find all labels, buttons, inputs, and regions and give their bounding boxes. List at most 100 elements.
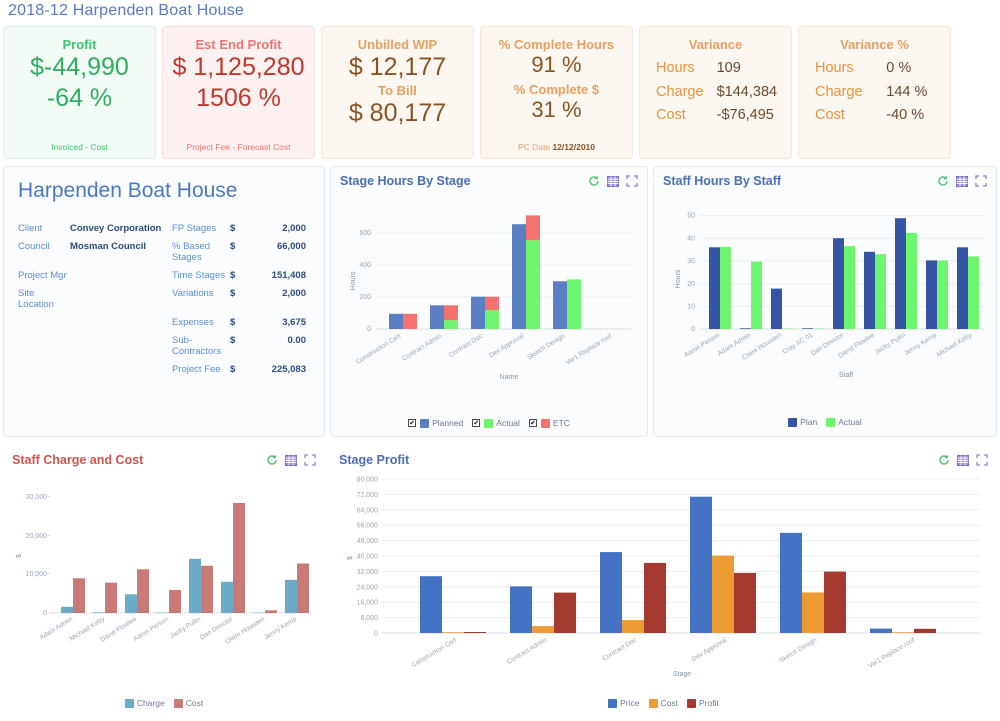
kpi-title: Profit: [62, 37, 97, 52]
currency-symbol: $: [230, 364, 236, 375]
refresh-icon[interactable]: [937, 175, 949, 187]
staff-charge-cost-chart[interactable]: 0 10,000 20,000 30,000 $ Adam Admin Mich…: [3, 468, 325, 678]
kpi-card-variance[interactable]: Variance Hours 109 Charge $144,384 Cost …: [639, 26, 792, 159]
legend-label: Actual: [838, 417, 862, 427]
row-value: -40 %: [886, 107, 925, 124]
stage-profit-chart[interactable]: 80,000 72,000 64,000 56,000 48,000 40,00…: [330, 466, 997, 681]
legend-item-cost[interactable]: Cost: [173, 698, 203, 708]
kpi-card-variance-percent[interactable]: Variance % Hours 0 % Charge 144 % Cost -…: [798, 26, 951, 159]
svg-text:30: 30: [687, 258, 695, 265]
svg-text:56,000: 56,000: [357, 523, 379, 530]
table-row: Charge 144 %: [809, 82, 940, 104]
legend-item-price[interactable]: Price: [608, 698, 640, 708]
pct-based-stages-label: % Based Stages: [172, 241, 211, 263]
table-view-icon[interactable]: [607, 175, 619, 187]
checkbox-planned[interactable]: ✔: [408, 419, 417, 427]
svg-text:64,000: 64,000: [357, 507, 379, 514]
legend-item-profit[interactable]: Profit: [687, 698, 719, 708]
legend-label: ETC: [552, 418, 570, 428]
kpi-card-percent-complete[interactable]: % Complete Hours 91 % % Complete $ 31 % …: [480, 26, 633, 159]
row-value: 109: [716, 60, 741, 76]
stage-hours-chart[interactable]: 0 200 400 600 Hours Construction Cert Co…: [331, 189, 649, 394]
svg-text:$: $: [347, 556, 354, 560]
kpi-title: Est End Profit: [195, 37, 282, 52]
currency-symbol: $: [230, 288, 236, 299]
kpi-value-secondary: 31 %: [531, 97, 582, 123]
currency-symbol: $: [230, 317, 236, 328]
client-label: Client: [18, 223, 43, 234]
svg-text:0: 0: [367, 326, 371, 333]
refresh-icon[interactable]: [266, 454, 278, 466]
time-stages-label: Time Stages: [172, 270, 225, 281]
stage-hours-legend: ✔ Planned ✔ Actual ✔ ETC: [331, 418, 647, 428]
svg-text:24,000: 24,000: [357, 584, 379, 591]
refresh-icon[interactable]: [938, 454, 950, 466]
table-row: Hours 0 %: [809, 58, 940, 80]
refresh-icon[interactable]: [588, 175, 600, 187]
sub-contractors-label: Sub-Contractors: [172, 335, 222, 357]
staff-hours-chart[interactable]: 0 10 20 30 40 50 Hours Aaron Person Adam…: [654, 189, 998, 394]
variations-value: 2,000: [282, 288, 306, 299]
legend-item-actual[interactable]: Actual: [826, 417, 862, 427]
legend-label: Price: [620, 698, 640, 708]
svg-text:Dev Approval: Dev Approval: [691, 636, 729, 662]
kpi-footer: PC Date 12/12/2010: [518, 142, 595, 152]
svg-text:30,000: 30,000: [26, 494, 48, 501]
legend-item-cost[interactable]: Cost: [648, 698, 678, 708]
currency-symbol: $: [230, 270, 236, 281]
kpi-title: Variance %: [840, 37, 909, 52]
staff-charge-cost-legend: Charge Cost: [3, 698, 325, 708]
svg-text:40,000: 40,000: [357, 554, 379, 561]
legend-item-planned[interactable]: ✔ Planned: [408, 418, 463, 428]
panel-toolbar: [938, 454, 988, 466]
svg-text:48,000: 48,000: [357, 538, 379, 545]
kpi-card-profit[interactable]: Profit $-44,990 -64 % Invoiced - Cost: [3, 26, 156, 159]
legend-item-plan[interactable]: Plan: [788, 417, 817, 427]
panel-title: Staff Charge and Cost: [12, 453, 144, 467]
svg-text:0: 0: [43, 610, 47, 617]
currency-symbol: $: [230, 223, 236, 234]
checkbox-actual[interactable]: ✔: [472, 419, 481, 427]
svg-text:Contract Doc: Contract Doc: [448, 332, 485, 359]
legend-swatch-profit: [687, 698, 696, 708]
legend-item-charge[interactable]: Charge: [124, 698, 165, 708]
site-location-value: [70, 288, 172, 310]
fullscreen-icon[interactable]: [304, 454, 316, 466]
svg-text:72,000: 72,000: [357, 492, 379, 499]
table-view-icon[interactable]: [956, 175, 968, 187]
fullscreen-icon[interactable]: [975, 175, 987, 187]
staff-hours-panel: Staff Hours By Staff 0 10 20 30 40 50 Ho…: [653, 166, 997, 437]
kpi-value: 91 %: [531, 52, 582, 77]
svg-text:Stage: Stage: [673, 671, 691, 678]
stage-profit-legend: Price Cost Profit: [330, 698, 997, 708]
table-view-icon[interactable]: [285, 454, 297, 466]
legend-label: Charge: [136, 698, 165, 708]
legend-swatch-cost: [648, 698, 658, 708]
legend-item-actual[interactable]: ✔ Actual: [472, 418, 520, 428]
svg-text:Contract Admin: Contract Admin: [401, 333, 443, 363]
svg-text:Contract Admin: Contract Admin: [506, 637, 549, 666]
variance-percent-table: Hours 0 % Charge 144 % Cost -40 %: [807, 56, 942, 129]
checkbox-etc[interactable]: ✔: [528, 419, 537, 427]
fullscreen-icon[interactable]: [626, 175, 638, 187]
svg-text:400: 400: [359, 262, 371, 269]
svg-text:80,000: 80,000: [357, 477, 379, 484]
legend-item-etc[interactable]: ✔ ETC: [528, 418, 570, 428]
expenses-value: 3,675: [282, 317, 306, 328]
fullscreen-icon[interactable]: [976, 454, 988, 466]
kpi-card-est-end-profit[interactable]: Est End Profit $ 1,125,280 1506 % Projec…: [162, 26, 315, 159]
kpi-value: $-44,990: [30, 53, 129, 81]
staff-hours-legend: Plan Actual: [654, 417, 996, 427]
svg-text:Hours: Hours: [675, 269, 682, 288]
svg-text:Aaron Person: Aaron Person: [683, 332, 721, 359]
svg-text:10: 10: [687, 304, 695, 311]
project-mgr-value: [70, 270, 172, 281]
kpi-footer: Project Fee - Forecast Cost: [186, 142, 291, 152]
expenses-label: Expenses: [172, 317, 214, 328]
svg-text:Dev Approval: Dev Approval: [488, 332, 525, 359]
kpi-card-unbilled-wip[interactable]: Unbilled WIP $ 12,177 To Bill $ 80,177: [321, 26, 474, 159]
table-view-icon[interactable]: [957, 454, 969, 466]
